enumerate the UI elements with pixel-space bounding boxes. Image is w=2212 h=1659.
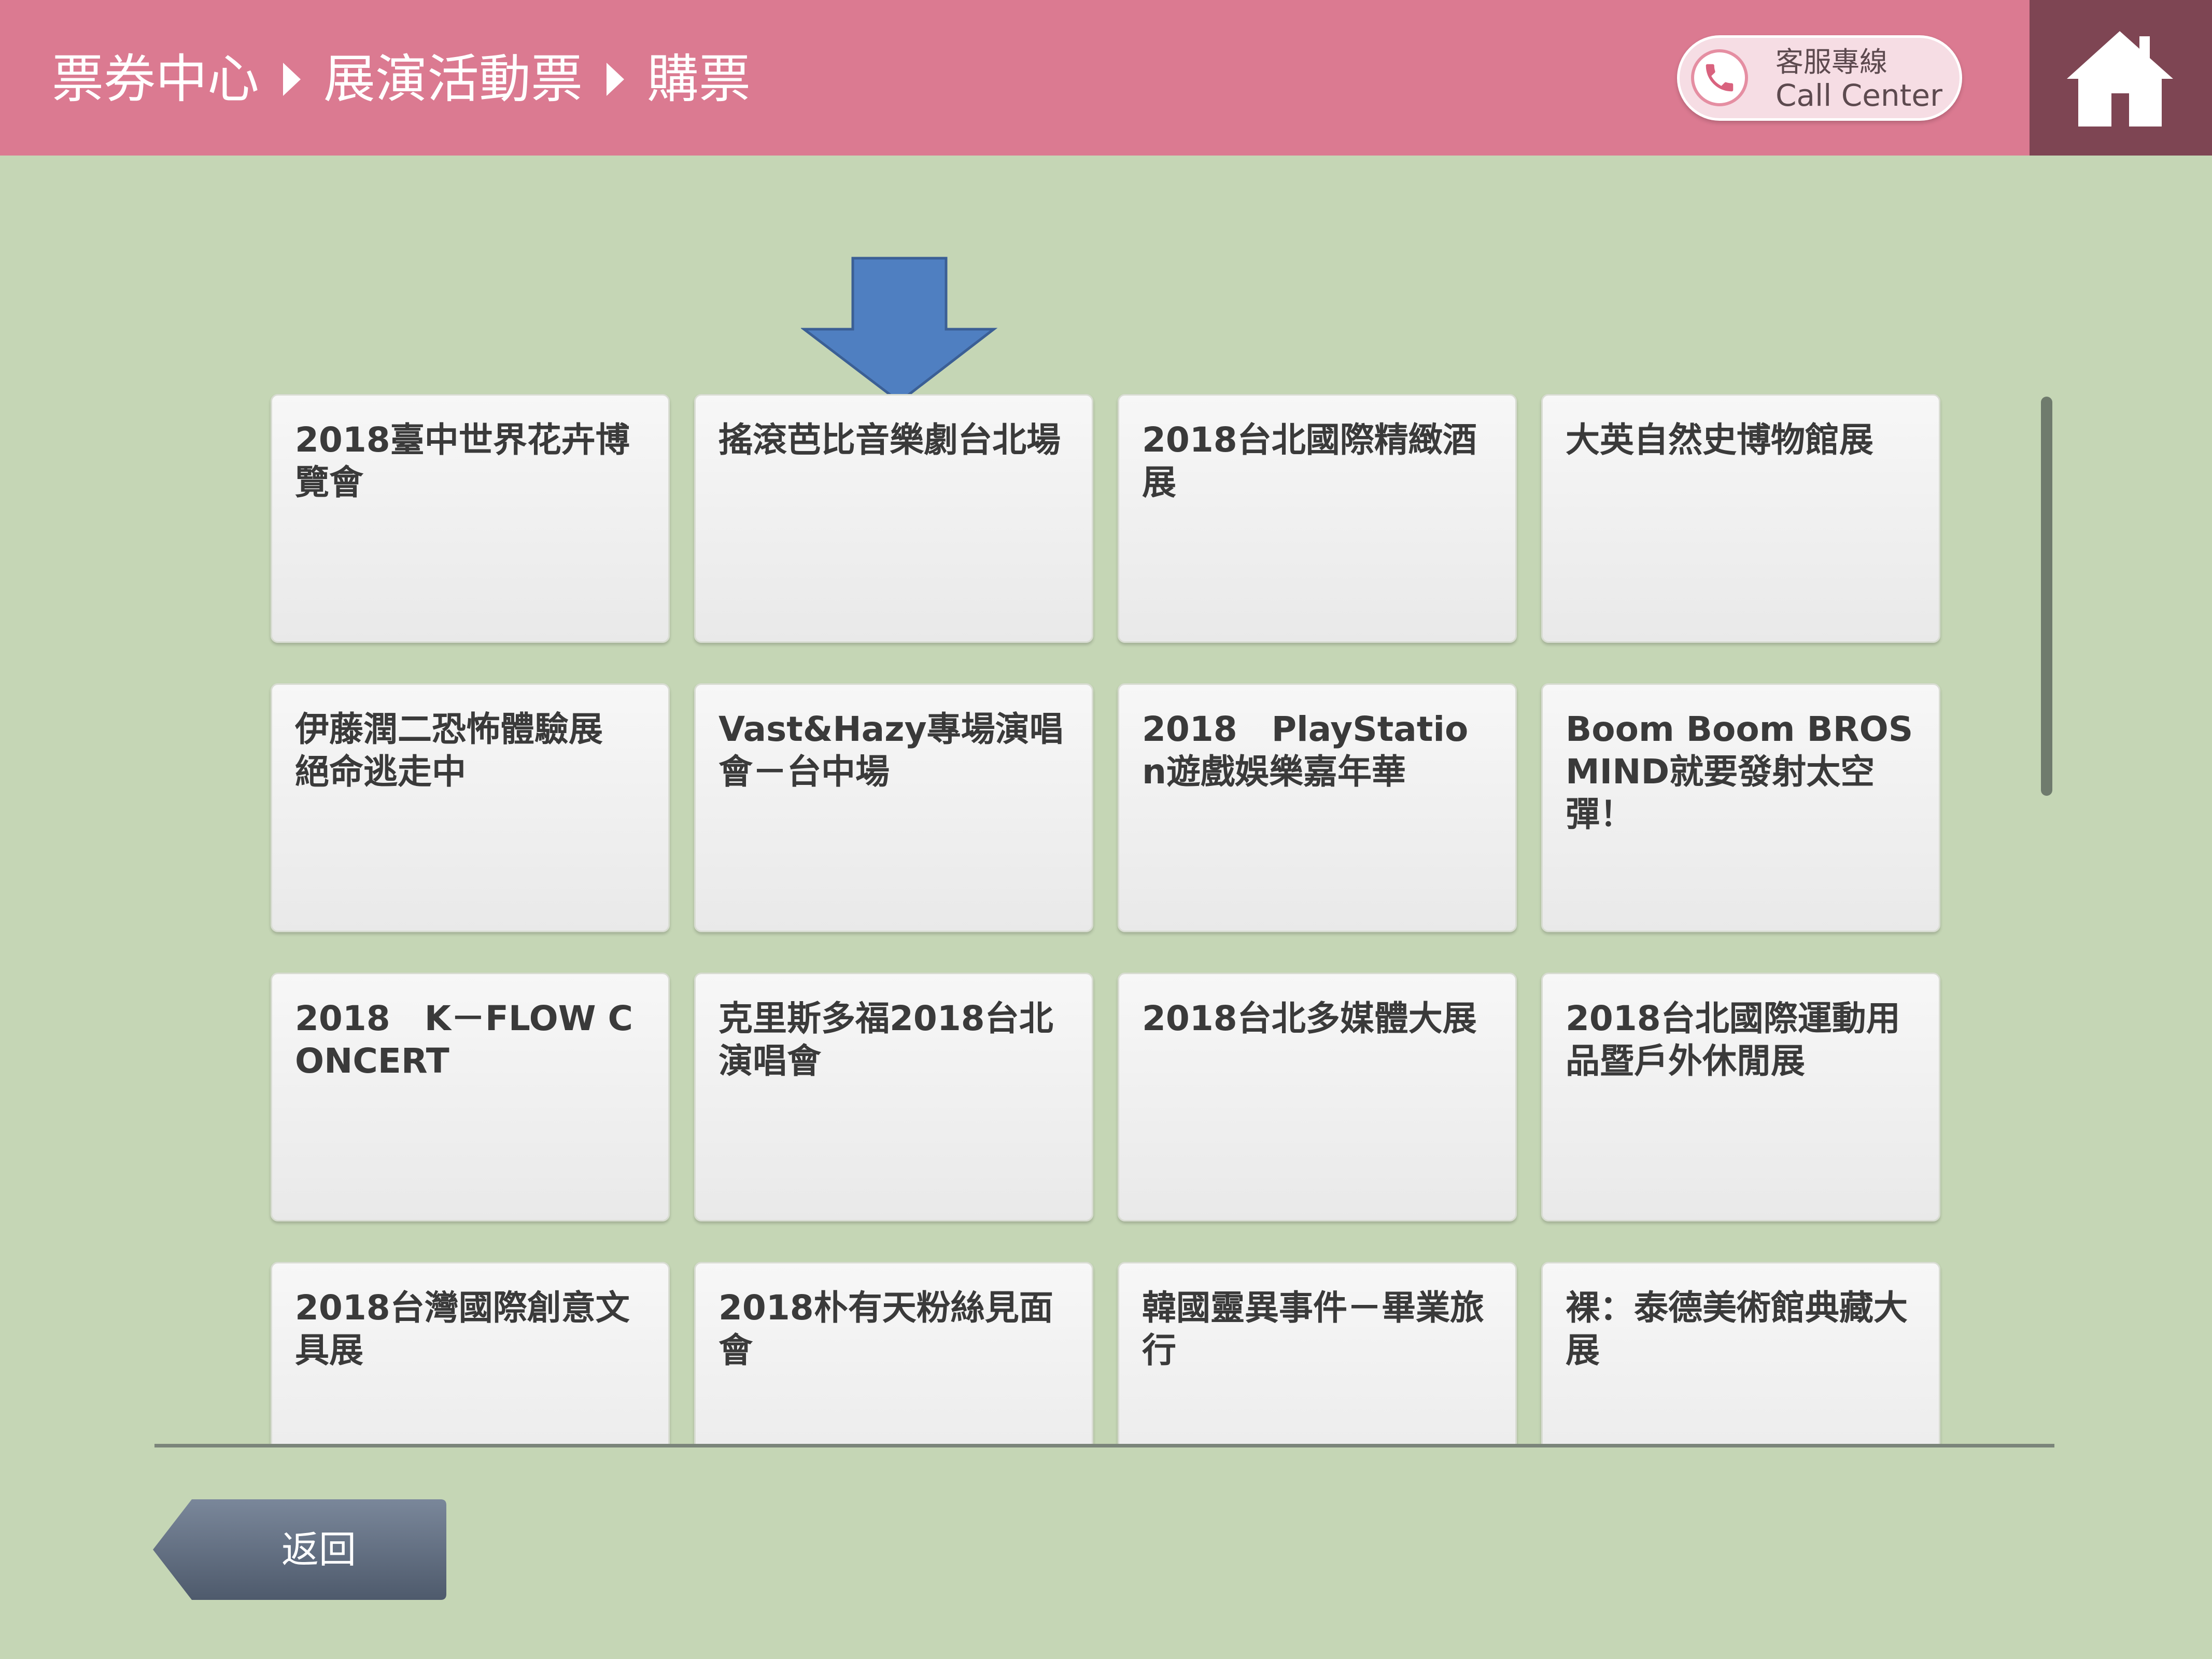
event-title: 2018朴有天粉絲見面會	[718, 1288, 1053, 1370]
event-title: 2018臺中世界花卉博覽會	[295, 420, 630, 502]
event-card[interactable]: 搖滾芭比音樂劇台北場	[694, 394, 1093, 643]
home-button[interactable]	[2030, 0, 2212, 156]
call-center-label-en: Call Center	[1776, 78, 1942, 113]
event-grid: 2018臺中世界花卉博覽會 搖滾芭比音樂劇台北場 2018台北國際精緻酒展 大英自然史…	[259, 389, 1949, 1444]
event-title: 2018 K－FLOW CONCERT	[295, 999, 633, 1081]
event-card[interactable]: 2018台灣國際創意文具展	[271, 1262, 670, 1444]
breadcrumb-item-ticket-center[interactable]: 票券中心	[52, 46, 259, 113]
event-title: 大英自然史博物館展	[1566, 420, 1873, 460]
breadcrumb-item-exhibition-tickets[interactable]: 展演活動票	[323, 46, 583, 113]
breadcrumb: 票券中心 展演活動票 購票	[52, 46, 751, 113]
event-card[interactable]: 2018台北國際精緻酒展	[1118, 394, 1517, 643]
back-button-label: 返回	[281, 1528, 356, 1571]
event-card[interactable]: 2018 PlayStation遊戲娛樂嘉年華	[1118, 683, 1517, 932]
call-center-button[interactable]: 客服專線 Call Center	[1677, 35, 1962, 121]
call-center-label-zh: 客服專線	[1776, 46, 1887, 78]
event-card[interactable]: Vast&Hazy專場演唱會－台中場	[694, 683, 1093, 932]
event-card[interactable]: 2018台北國際運動用品暨戶外休閒展	[1541, 973, 1940, 1221]
home-icon	[2067, 31, 2173, 126]
phone-icon	[1691, 49, 1748, 106]
divider	[154, 1444, 2054, 1447]
event-card[interactable]: 2018朴有天粉絲見面會	[694, 1262, 1093, 1444]
event-title: 2018台灣國際創意文具展	[295, 1288, 630, 1370]
event-list[interactable]: 2018臺中世界花卉博覽會 搖滾芭比音樂劇台北場 2018台北國際精緻酒展 大英自然史…	[259, 389, 1949, 1444]
event-card[interactable]: 裸：泰德美術館典藏大展	[1541, 1262, 1940, 1444]
event-title: 2018台北國際精緻酒展	[1142, 420, 1477, 502]
event-title: 伊藤潤二恐怖體驗展 絕命逃走中	[295, 709, 603, 792]
event-title: Vast&Hazy專場演唱會－台中場	[718, 709, 1064, 792]
event-card[interactable]: 2018臺中世界花卉博覽會	[271, 394, 670, 643]
breadcrumb-separator-icon	[607, 63, 624, 96]
event-title: Boom Boom BROSMIND就要發射太空彈！	[1566, 709, 1913, 834]
event-card[interactable]: 2018台北多媒體大展	[1118, 973, 1517, 1221]
back-button[interactable]: 返回	[153, 1497, 448, 1602]
event-title: 韓國靈異事件－畢業旅行	[1142, 1288, 1484, 1370]
event-title: 2018台北國際運動用品暨戶外休閒展	[1566, 999, 1900, 1081]
breadcrumb-item-buy-ticket: 購票	[647, 49, 751, 109]
event-title: 搖滾芭比音樂劇台北場	[718, 420, 1061, 460]
event-title: 裸：泰德美術館典藏大展	[1566, 1288, 1908, 1370]
scrollbar-thumb[interactable]	[2041, 397, 2052, 796]
event-card[interactable]: 伊藤潤二恐怖體驗展 絕命逃走中	[271, 683, 670, 932]
ticket-app: 票券中心 展演活動票 購票 客服專線 Call Center 2018臺中世界花…	[0, 0, 2212, 1659]
event-card[interactable]: 2018 K－FLOW CONCERT	[271, 973, 670, 1221]
arrow-down-icon	[801, 257, 998, 404]
event-title: 2018台北多媒體大展	[1142, 999, 1477, 1038]
event-card[interactable]: 韓國靈異事件－畢業旅行	[1118, 1262, 1517, 1444]
event-card[interactable]: Boom Boom BROSMIND就要發射太空彈！	[1541, 683, 1940, 932]
event-title: 克里斯多福2018台北演唱會	[718, 999, 1053, 1081]
event-title: 2018 PlayStation遊戲娛樂嘉年華	[1142, 709, 1469, 792]
header-bar: 票券中心 展演活動票 購票 客服專線 Call Center	[0, 0, 2212, 156]
event-card[interactable]: 大英自然史博物館展	[1541, 394, 1940, 643]
breadcrumb-separator-icon	[283, 63, 301, 96]
event-card[interactable]: 克里斯多福2018台北演唱會	[694, 973, 1093, 1221]
